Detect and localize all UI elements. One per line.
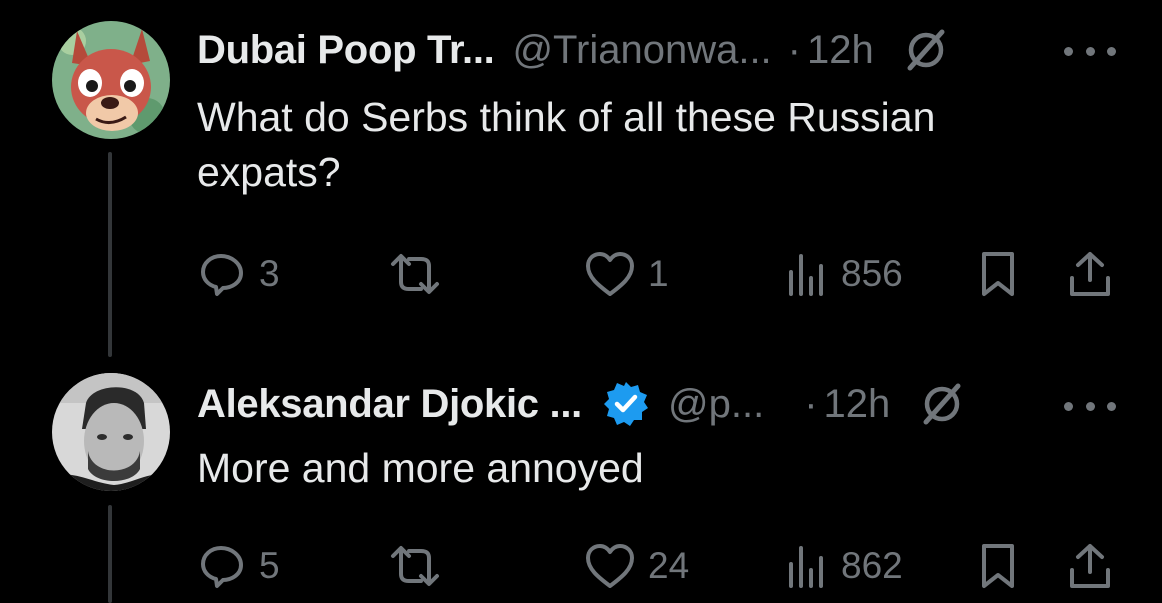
timestamp[interactable]: 12h <box>807 28 874 73</box>
view-count: 856 <box>841 253 903 294</box>
view-count: 862 <box>841 545 903 586</box>
tweet-header: Dubai Poop Tr... @Trianonwa... · 12h <box>197 24 948 76</box>
display-name[interactable]: Dubai Poop Tr... <box>197 28 495 73</box>
separator-dot: · <box>804 381 818 426</box>
avatar[interactable] <box>52 21 170 139</box>
bookmark-button[interactable] <box>978 536 1018 596</box>
tweet-actions: 5 24 862 <box>0 536 1162 596</box>
share-button[interactable] <box>1066 244 1114 304</box>
reply-icon <box>201 254 243 296</box>
bookmark-icon <box>982 252 1014 296</box>
tweet[interactable]: Aleksandar Djokic ... @p... · 12h More a… <box>0 330 1162 603</box>
reply-button[interactable]: 3 <box>199 244 280 304</box>
reply-count: 3 <box>259 253 280 294</box>
reply-count: 5 <box>259 545 280 586</box>
cartoon-fox-avatar-icon <box>52 21 170 139</box>
tweet-text-line: expats? <box>197 149 341 195</box>
tweet-text-line: More and more annoyed <box>197 445 644 491</box>
repost-icon <box>391 254 439 294</box>
repost-button[interactable] <box>387 536 455 596</box>
views-button[interactable]: 862 <box>785 536 903 596</box>
verified-badge-icon[interactable] <box>602 380 650 428</box>
more-options-icon[interactable] <box>1064 41 1116 61</box>
avatar[interactable] <box>52 373 170 491</box>
share-button[interactable] <box>1066 536 1114 596</box>
bookmark-button[interactable] <box>978 244 1018 304</box>
views-icon <box>789 546 823 588</box>
display-name[interactable]: Aleksandar Djokic ... <box>197 382 582 427</box>
separator-dot: · <box>787 27 801 72</box>
tweet-text: What do Serbs think of all these Russian… <box>197 90 1097 200</box>
tweet-text: More and more annoyed <box>197 441 1097 496</box>
repost-icon <box>391 546 439 586</box>
timestamp[interactable]: 12h <box>824 382 891 427</box>
reply-button[interactable]: 5 <box>199 536 280 596</box>
grok-icon[interactable] <box>920 382 964 426</box>
tweet[interactable]: Dubai Poop Tr... @Trianonwa... · 12h Wha… <box>0 0 1162 330</box>
views-icon <box>789 254 823 296</box>
tweet-header: Aleksandar Djokic ... @p... · 12h <box>197 378 964 430</box>
share-icon <box>1070 252 1110 296</box>
like-count: 24 <box>648 545 690 586</box>
like-button[interactable]: 1 <box>584 244 669 304</box>
heart-icon <box>586 544 634 588</box>
more-options-icon[interactable] <box>1064 396 1116 416</box>
reply-icon <box>201 546 243 588</box>
heart-icon <box>586 252 634 296</box>
tweet-text-line: What do Serbs think of all these Russian <box>197 94 936 140</box>
person-photo-avatar-icon <box>52 373 170 491</box>
like-button[interactable]: 24 <box>584 536 689 596</box>
views-button[interactable]: 856 <box>785 244 903 304</box>
share-icon <box>1070 544 1110 588</box>
repost-button[interactable] <box>387 244 455 304</box>
like-count: 1 <box>648 253 669 294</box>
grok-icon[interactable] <box>904 28 948 72</box>
tweet-actions: 3 1 856 <box>0 244 1162 304</box>
user-handle[interactable]: @p... <box>668 382 764 427</box>
bookmark-icon <box>982 544 1014 588</box>
user-handle[interactable]: @Trianonwa... <box>512 28 771 73</box>
